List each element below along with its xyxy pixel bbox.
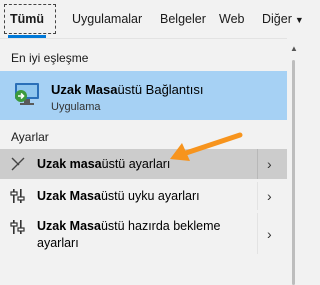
settings-item-label: Uzak masaüstü ayarları — [37, 157, 171, 171]
best-match-title: Uzak Masaüstü Bağlantısı — [51, 82, 204, 97]
expand-button[interactable]: › — [257, 182, 287, 210]
settings-sliders-icon — [10, 188, 26, 209]
expand-button[interactable]: › — [257, 149, 287, 179]
tab-more-label: Diğer — [262, 12, 292, 26]
best-match-subtitle: Uygulama — [51, 101, 101, 113]
tab-web[interactable]: Web — [219, 0, 244, 38]
settings-item-remote-desktop-hibernate[interactable]: Uzak Masaüstü hazırda bekleme ayarları › — [0, 213, 287, 254]
chevron-right-icon: › — [267, 225, 272, 242]
best-match-item[interactable]: Uzak Masaüstü Bağlantısı Uygulama — [0, 71, 287, 120]
scrollbar-thumb[interactable] — [292, 60, 295, 285]
tab-more[interactable]: Diğer ▼ — [262, 0, 304, 38]
annotation-arrow-icon — [170, 132, 243, 161]
remote-tools-icon — [10, 156, 26, 177]
chevron-right-icon: › — [267, 188, 272, 204]
tab-documents[interactable]: Belgeler — [160, 0, 206, 38]
settings-header: Ayarlar — [11, 130, 49, 144]
tab-apps[interactable]: Uygulamalar — [72, 0, 142, 38]
chevron-right-icon: › — [267, 156, 272, 172]
best-match-header: En iyi eşleşme — [11, 51, 89, 65]
remote-desktop-icon — [13, 82, 41, 108]
scroll-up-icon[interactable]: ▲ — [290, 44, 298, 53]
search-tab-bar: Tümü Uygulamalar Belgeler Web Diğer ▼ — [0, 0, 304, 39]
tab-all[interactable]: Tümü — [7, 0, 47, 38]
settings-item-remote-desktop-sleep[interactable]: Uzak Masaüstü uyku ayarları › — [0, 182, 287, 210]
settings-item-label: Uzak Masaüstü uyku ayarları — [37, 189, 200, 203]
scrollbar[interactable]: ▲ — [287, 38, 300, 285]
expand-button[interactable]: › — [257, 213, 287, 254]
settings-sliders-icon — [10, 219, 26, 240]
chevron-down-icon: ▼ — [294, 15, 304, 25]
settings-item-label: Uzak Masaüstü hazırda bekleme ayarları — [37, 219, 221, 250]
